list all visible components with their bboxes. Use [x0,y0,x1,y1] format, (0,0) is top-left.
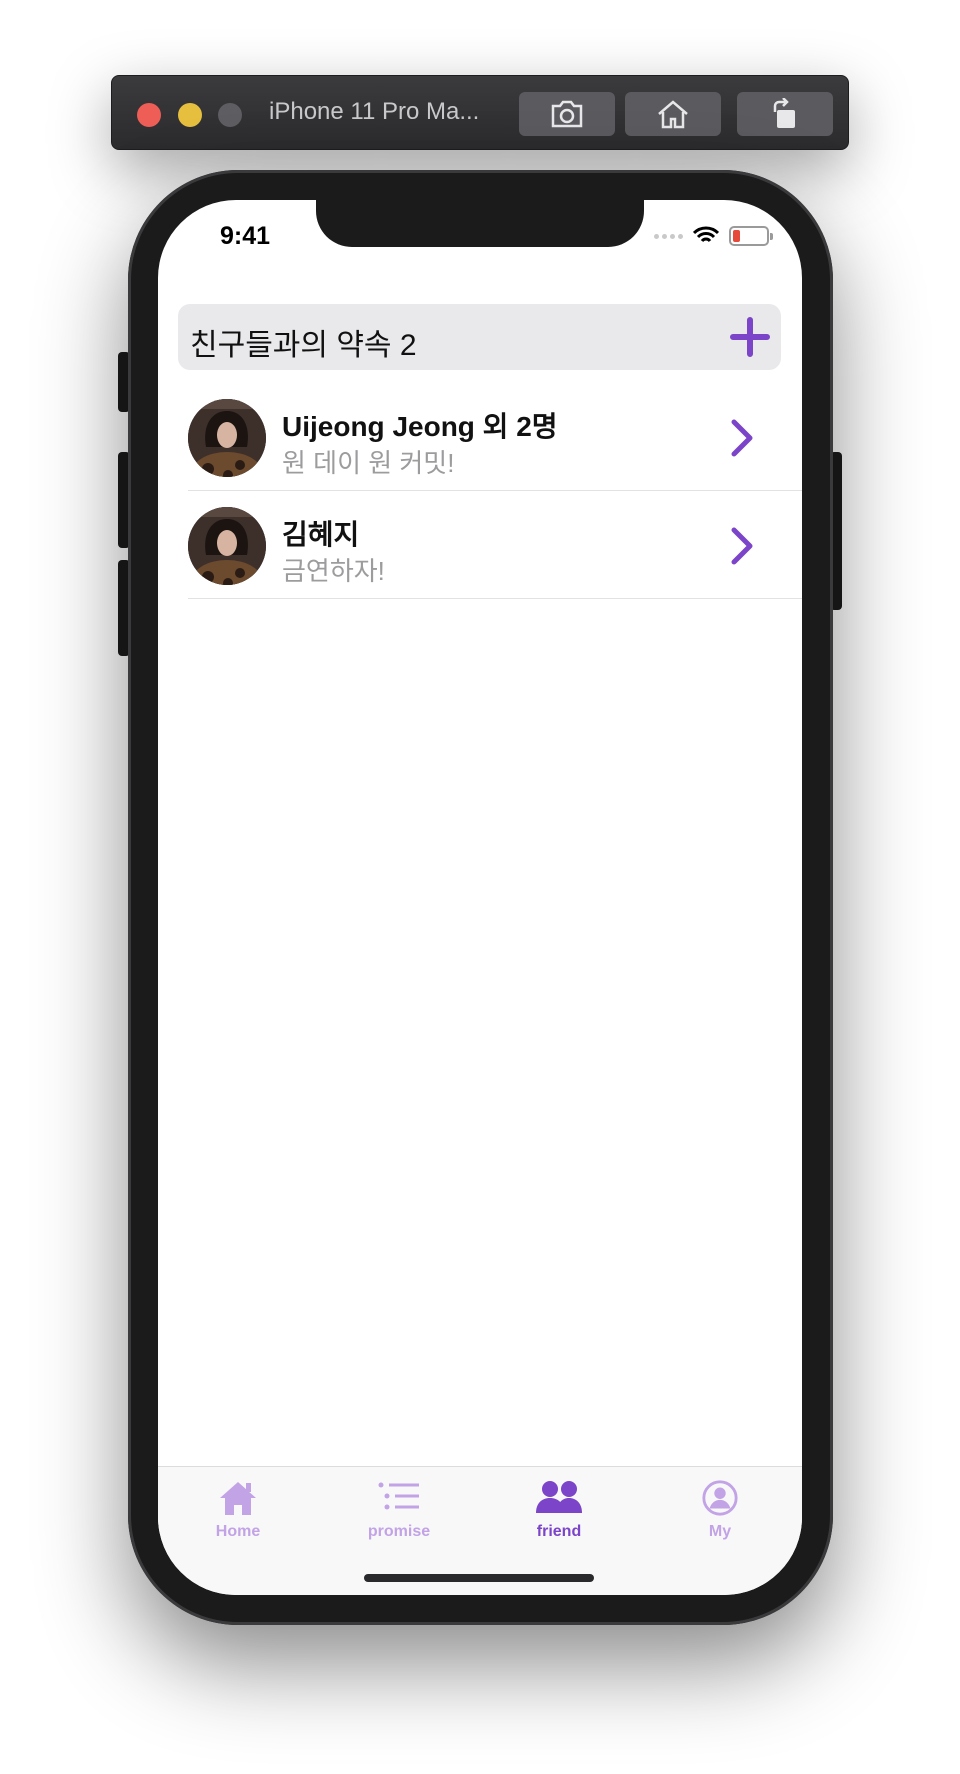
window-zoom-button[interactable] [218,103,242,127]
window-close-button[interactable] [137,103,161,127]
home-button[interactable] [625,92,721,136]
list-icon [378,1482,419,1510]
tab-label: My [708,1523,732,1540]
window-minimize-button[interactable] [178,103,202,127]
home-indicator[interactable] [364,1574,594,1582]
tab-promise[interactable]: promise [339,1479,459,1549]
avatar [188,399,266,477]
section-title: 친구들과의 약속 2 [190,329,417,362]
tab-my[interactable]: My [660,1479,780,1549]
tab-label: Home [215,1523,261,1540]
cellular-signal-icon [654,233,683,239]
simulator-toolbar: iPhone 11 Pro Ma... [111,75,849,150]
tab-home[interactable]: Home [178,1479,298,1549]
avatar [188,507,266,585]
person-circle-icon [702,1480,738,1516]
promise-section-header: 친구들과의 약속 2 [178,304,781,370]
house-icon [220,1482,256,1515]
simulator-title: iPhone 11 Pro Ma... [269,98,480,125]
rotate-button[interactable] [737,92,833,136]
battery-icon [729,226,773,246]
promise-title: 김혜지 [282,519,360,550]
promise-row[interactable]: Uijeong Jeong 외 2명 원 데이 원 커밋! [188,383,802,491]
promise-subtitle: 금연하자! [282,556,385,586]
screenshot-button[interactable] [519,92,615,136]
notch [316,200,644,247]
chevron-right-icon [731,419,753,457]
tab-friend[interactable]: friend [499,1479,619,1549]
promise-title: Uijeong Jeong 외 2명 [282,411,558,442]
screenshot-icon [551,100,583,128]
plus-icon[interactable] [729,316,771,358]
rotate-icon [773,98,795,128]
status-time: 9:41 [220,222,271,250]
promise-row[interactable]: 김혜지 금연하자! [188,491,802,599]
tab-label: promise [367,1523,431,1540]
phone-screen: 9:41 친구들과의 약속 2 Uijeong Jeong 외 2명 원 데이 … [158,200,802,1595]
people-icon [536,1481,582,1513]
chevron-right-icon [731,527,753,565]
status-indicators [654,222,773,250]
tab-label: friend [536,1523,582,1540]
home-icon [658,100,688,129]
promise-subtitle: 원 데이 원 커밋! [282,448,455,478]
wifi-icon [693,226,719,243]
